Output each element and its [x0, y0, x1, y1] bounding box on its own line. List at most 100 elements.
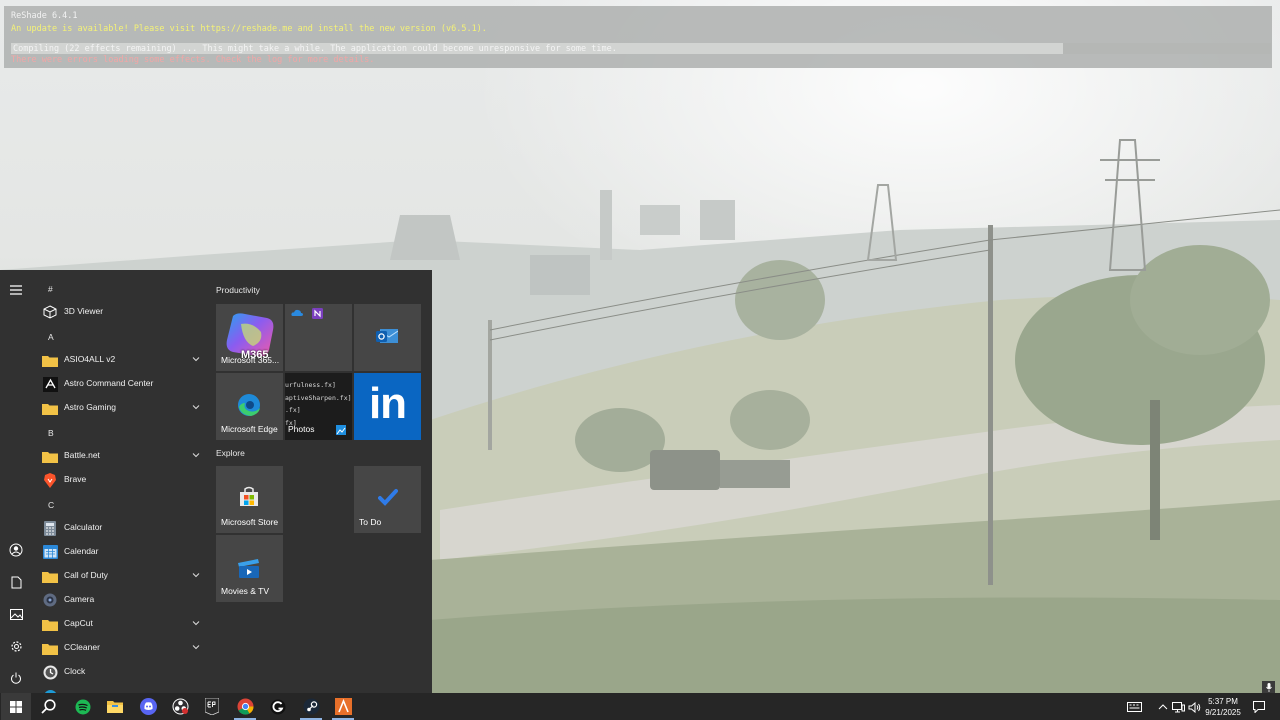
app-ccleaner[interactable]: CCleaner	[32, 636, 208, 660]
store-icon	[240, 486, 258, 506]
clock-icon	[42, 664, 58, 680]
chevron-down-icon[interactable]	[191, 642, 201, 652]
reshade-progress-track	[1063, 43, 1271, 54]
folder-icon	[42, 640, 58, 656]
hamburger-icon[interactable]	[6, 280, 26, 300]
group-title-productivity[interactable]: Productivity	[216, 285, 260, 295]
app-label: Calendar	[64, 546, 99, 556]
tile-microsoft-365[interactable]: M365 Microsoft 365...	[216, 304, 283, 371]
app-partial[interactable]	[32, 684, 208, 693]
steam-icon	[303, 698, 319, 715]
chevron-up-icon[interactable]	[1156, 700, 1170, 714]
app-label: Brave	[64, 474, 87, 484]
speaker-icon[interactable]	[1187, 700, 1201, 714]
tile-label: Microsoft 365...	[221, 355, 280, 365]
tile-movies-tv[interactable]: Movies & TV	[216, 535, 283, 602]
app-label: 3D Viewer	[64, 306, 104, 316]
discord-icon	[139, 698, 157, 715]
app-3d-viewer[interactable]: 3D Viewer	[32, 300, 208, 324]
spotify-icon	[75, 699, 91, 714]
notification-icon[interactable]	[1252, 700, 1266, 714]
chevron-down-icon[interactable]	[191, 354, 201, 364]
app-astro-gaming[interactable]: Astro Gaming	[32, 396, 208, 420]
letter-header[interactable]: C	[48, 500, 54, 510]
taskbar-obs[interactable]	[165, 693, 195, 720]
tile-microsoft-edge[interactable]: Microsoft Edge	[216, 373, 283, 440]
taskbar-file-explorer[interactable]	[100, 693, 130, 720]
taskbar-spotify[interactable]	[68, 693, 98, 720]
tile-label: Microsoft Store	[221, 517, 279, 527]
tile-microsoft-store[interactable]: Microsoft Store	[216, 466, 283, 533]
tile-photos[interactable]: urfulness.fx] aptiveSharpen.fx] .fx] fx]…	[285, 373, 352, 440]
letter-header[interactable]: #	[48, 284, 53, 294]
taskbar-epic-games[interactable]	[197, 693, 227, 720]
keyboard-layout-icon[interactable]	[1126, 700, 1142, 714]
clock[interactable]: 5:37 PM 9/21/2025	[1200, 696, 1246, 718]
pictures-icon[interactable]	[6, 604, 26, 624]
taskbar-chrome[interactable]	[230, 693, 260, 720]
document-icon[interactable]	[6, 572, 26, 592]
tile-label: Movies & TV	[221, 586, 270, 596]
taskbar-discord[interactable]	[133, 693, 163, 720]
search-button[interactable]	[33, 693, 63, 720]
power-icon[interactable]	[6, 668, 26, 688]
group-title-explore[interactable]: Explore	[216, 448, 245, 458]
calculator-icon	[42, 520, 58, 536]
reshade-error-text: There were errors loading some effects. …	[11, 55, 375, 65]
letter-header[interactable]: A	[48, 332, 54, 342]
app-asio4all[interactable]: ASIO4ALL v2	[32, 348, 208, 372]
taskbar-g-hub[interactable]	[263, 693, 293, 720]
reshade-overlay: ReShade 6.4.1 An update is available! Pl…	[4, 6, 1272, 68]
user-icon[interactable]	[6, 540, 26, 560]
linkedin-logo: in	[368, 379, 407, 428]
taskbar-game-launcher[interactable]	[328, 693, 358, 720]
start-icon	[10, 700, 22, 713]
astro-icon	[42, 376, 58, 392]
app-label: Camera	[64, 594, 95, 604]
app-capcut[interactable]: CapCut	[32, 612, 208, 636]
edge-icon	[238, 394, 260, 416]
chevron-down-icon[interactable]	[191, 570, 201, 580]
app-call-of-duty[interactable]: Call of Duty	[32, 564, 208, 588]
app-battle-net[interactable]: Battle.net	[32, 444, 208, 468]
app-brave[interactable]: Brave	[32, 468, 208, 492]
app-calculator[interactable]: Calculator	[32, 516, 208, 540]
microphone-icon[interactable]	[1262, 681, 1275, 693]
app-calendar[interactable]: Calendar	[32, 540, 208, 564]
tile-outlook[interactable]	[354, 304, 421, 371]
outlook-icon	[376, 329, 398, 343]
tile-area: Productivity M365 Microsoft 365... Micro…	[212, 270, 432, 693]
epic-games-icon	[205, 698, 219, 715]
camera-icon	[42, 592, 58, 608]
app-label: ASIO4ALL v2	[64, 354, 116, 364]
taskbar: 5:37 PM 9/21/2025	[0, 693, 1280, 720]
reshade-update-notice[interactable]: An update is available! Please visit htt…	[11, 24, 487, 34]
tile-linkedin[interactable]: in	[354, 373, 421, 440]
chrome-icon	[237, 698, 254, 715]
chevron-down-icon[interactable]	[191, 402, 201, 412]
folder-icon	[42, 568, 58, 584]
tile-to-do[interactable]: To Do	[354, 466, 421, 533]
app-clock[interactable]: Clock	[32, 660, 208, 684]
letter-header[interactable]: B	[48, 428, 54, 438]
reshade-title: ReShade 6.4.1	[11, 11, 78, 21]
network-icon[interactable]	[1171, 700, 1185, 714]
app-list: # 3D Viewer A ASIO4ALL v2 Astro Command …	[32, 270, 212, 693]
chevron-down-icon[interactable]	[191, 618, 201, 628]
tile-office-folder[interactable]	[285, 304, 352, 371]
chevron-down-icon[interactable]	[191, 450, 201, 460]
start-button[interactable]	[1, 693, 31, 720]
taskbar-steam[interactable]	[296, 693, 326, 720]
todo-check-icon	[378, 489, 398, 506]
app-astro-command-center[interactable]: Astro Command Center	[32, 372, 208, 396]
tile-label: To Do	[359, 517, 382, 527]
photos-log-text: urfulness.fx] aptiveSharpen.fx] .fx] fx]	[285, 381, 352, 427]
app-camera[interactable]: Camera	[32, 588, 208, 612]
clock-time: 5:37 PM	[1208, 697, 1238, 706]
tile-label: Microsoft Edge	[221, 424, 278, 434]
search-icon	[40, 699, 56, 714]
gear-icon[interactable]	[6, 636, 26, 656]
app-label: Astro Command Center	[64, 378, 154, 388]
app-label: Call of Duty	[64, 570, 108, 580]
reshade-compiling-text: Compiling (22 effects remaining) ... Thi…	[13, 44, 617, 54]
